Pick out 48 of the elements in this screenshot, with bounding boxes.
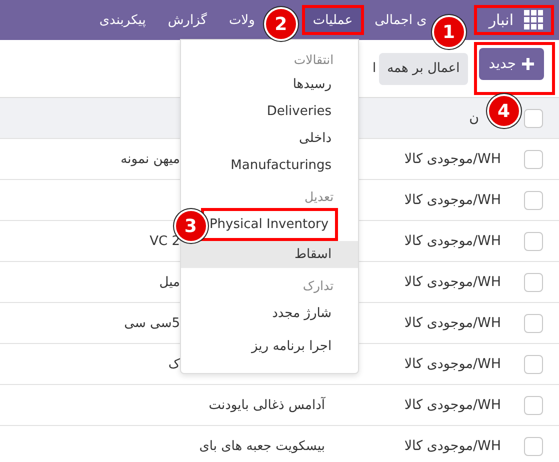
row-checkbox[interactable] [524,190,542,210]
menu-item[interactable]: داخلی [180,125,358,152]
select-all-checkbox[interactable] [524,108,542,128]
menu-item[interactable]: Deliveries [180,98,358,125]
table-cell: میل [159,274,180,290]
menu-item[interactable]: اسقاط [180,241,358,268]
callout-badge: 4 [488,96,519,126]
plus-icon [522,58,534,70]
table-cell: بیسکویت جعبه های بای [199,438,325,454]
row-checkbox[interactable] [524,150,542,168]
row-checkbox[interactable] [524,314,542,332]
table-cell-text: WH/موجودی کالا [403,274,502,290]
callout-badge: 1 [434,17,464,47]
row-checkbox[interactable] [524,232,542,250]
table-cell-text: WH/موجودی کالا [403,151,502,167]
table-cell-text: WH/موجودی کالا [403,233,502,249]
nav-menu-item[interactable]: گزارش [156,5,218,35]
menu-item[interactable]: شارژ مجدد [180,297,358,330]
table-cell: 5سی سی [124,316,180,330]
row-checkbox[interactable] [524,354,542,374]
menu-section-title: تدارک [302,277,335,295]
menu-item[interactable]: Manufacturings [180,152,358,179]
row-checkbox[interactable] [524,396,542,414]
table-cell: میهن نمونه [120,152,180,166]
apply-all-button[interactable]: اعمال بر همه [379,52,468,84]
nav-menu-item[interactable]: پیکربندی [88,5,157,35]
table-cell: آدامس ذغالی بایودنت [208,398,325,412]
new-button[interactable]: جدید [478,48,544,80]
table-cell-text: WH/موجودی کالا [403,397,502,413]
column-header: ن [469,110,479,126]
menu-section-title: تعدیل [304,188,335,206]
table-cell-text: WH/موجودی کالا [403,356,502,372]
row-checkbox[interactable] [524,436,542,456]
table-cell-text: WH/موجودی کالا [403,438,502,454]
nav-menu-item[interactable]: عملیات [302,5,364,35]
apps-grid-icon[interactable] [524,10,543,30]
table-cell: ک [168,356,180,372]
menu-item[interactable]: اجرا برنامه ریز [180,330,358,363]
table-cell-text: WH/موجودی کالا [403,315,502,331]
toolbar-label: ا [372,61,376,76]
menu-item[interactable]: رسیدها [180,71,358,98]
nav-menu-item[interactable]: ی اجمالی [364,5,430,35]
table-cell-text: WH/موجودی کالا [403,192,502,208]
app-menu[interactable]: انبار [474,5,554,35]
nav-menu-item[interactable]: ولات [218,5,258,35]
menu-section-title: انتقالات [292,51,335,69]
callout-badge: 2 [266,9,296,39]
row-checkbox[interactable] [524,272,542,292]
